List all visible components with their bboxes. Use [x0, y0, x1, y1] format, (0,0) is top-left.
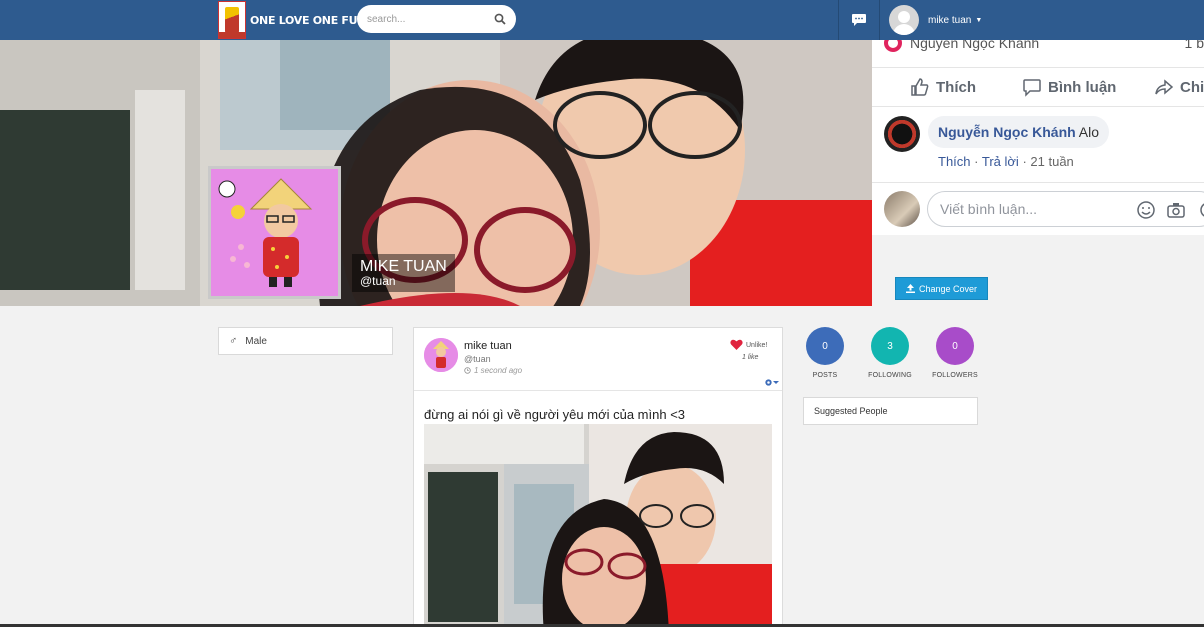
post-photo-image	[424, 424, 772, 627]
stat-posts-value: 0	[806, 327, 844, 365]
user-name: mike tuan	[928, 14, 972, 26]
heart-icon	[730, 339, 743, 350]
comment-text: Alo	[1078, 124, 1100, 140]
fb-comment-input[interactable]: Viết bình luận...	[927, 191, 1204, 227]
post-image[interactable]	[424, 424, 772, 627]
unlike-button[interactable]: Unlike!	[730, 339, 767, 351]
search-box	[357, 5, 516, 33]
caret-down-icon	[773, 381, 779, 384]
fb-like-button[interactable]: Thích	[910, 77, 976, 97]
post-time-text: 1 second ago	[474, 366, 523, 375]
camera-icon[interactable]	[1166, 200, 1186, 220]
messages-button[interactable]	[839, 0, 879, 40]
stat-posts[interactable]: 0 POSTS	[795, 327, 855, 379]
fb-comment: Nguyễn Ngọc Khánh Alo	[884, 116, 1110, 152]
clock-icon	[464, 367, 471, 374]
share-icon	[1155, 79, 1174, 95]
suggested-people-panel: Suggested People	[803, 397, 978, 425]
gif-icon[interactable]	[1196, 200, 1204, 220]
top-navbar: ONE LOVE ONE FUTURE mike tuan ▼	[0, 0, 1204, 40]
gender-label: Male	[245, 335, 267, 347]
avatar[interactable]	[424, 338, 458, 372]
fb-comment-button[interactable]: Bình luận	[1022, 77, 1116, 97]
avatar	[889, 5, 919, 35]
search-input[interactable]	[367, 13, 487, 25]
like-count[interactable]: 1 like	[742, 354, 758, 361]
comment-like-link[interactable]: Thích	[938, 154, 971, 169]
chat-bubble-icon	[852, 14, 866, 26]
profile-cartoon-image	[211, 169, 338, 296]
fb-action-bar: Thích Bình luận Chi	[872, 67, 1204, 107]
fb-top-right: 1 b	[1184, 40, 1204, 51]
comment-icon	[1023, 79, 1041, 97]
stat-followers-label: FOLLOWERS	[932, 372, 978, 379]
cover-photo: MIKE TUAN @tuan	[0, 40, 872, 306]
nav-divider	[879, 0, 880, 40]
fb-like-label: Thích	[936, 78, 976, 96]
change-cover-button[interactable]: Change Cover	[895, 277, 988, 300]
post-text: đừng ai nói gì về người yêu mới của mình…	[424, 407, 686, 422]
avatar	[884, 191, 920, 227]
comment-reply-link[interactable]: Trả lời	[982, 154, 1019, 169]
comment-meta: Thích · Trả lời · 21 tuần	[938, 154, 1074, 169]
suggested-people-title: Suggested People	[814, 406, 888, 416]
post-options[interactable]	[764, 378, 779, 387]
reaction-icon	[884, 40, 902, 52]
stat-following-value: 3	[871, 327, 909, 365]
user-menu[interactable]: mike tuan ▼	[889, 0, 982, 40]
male-icon: ♂	[229, 335, 238, 347]
emoji-icon[interactable]	[1136, 200, 1156, 220]
profile-handle: @tuan	[360, 274, 396, 288]
thumbs-up-icon	[911, 78, 929, 96]
stat-following[interactable]: 3 FOLLOWING	[860, 327, 920, 379]
fb-top-row: Nguyễn Ngọc Khánh 1 b	[884, 40, 1204, 52]
divider	[414, 390, 782, 391]
upload-icon	[905, 284, 915, 293]
fb-comment-placeholder: Viết bình luận...	[940, 201, 1038, 217]
comment-time[interactable]: 21 tuần	[1030, 154, 1073, 169]
avatar[interactable]	[884, 116, 920, 152]
fb-share-button[interactable]: Chi	[1154, 77, 1204, 97]
search-icon[interactable]	[494, 13, 506, 25]
gender-info: ♂ Male	[218, 327, 393, 355]
post-handle: @tuan	[464, 354, 491, 364]
comment-author[interactable]: Nguyễn Ngọc Khánh	[938, 124, 1076, 140]
gear-icon	[765, 379, 772, 386]
logo-badge-icon	[218, 1, 246, 39]
stat-followers[interactable]: 0 FOLLOWERS	[925, 327, 985, 379]
fb-write-comment: Viết bình luận...	[872, 182, 1204, 235]
post-author[interactable]: mike tuan	[464, 340, 512, 352]
fb-share-label: Chi	[1180, 78, 1204, 96]
profile-picture[interactable]	[208, 166, 341, 299]
stat-following-label: FOLLOWING	[868, 372, 912, 379]
stat-followers-value: 0	[936, 327, 974, 365]
fb-top-name: Nguyễn Ngọc Khánh	[910, 40, 1040, 51]
stat-posts-label: POSTS	[812, 372, 838, 379]
fb-comment-label: Bình luận	[1048, 78, 1117, 96]
unlike-label: Unlike!	[746, 341, 768, 349]
post-card: mike tuan @tuan 1 second ago Unlike! 1 l…	[413, 327, 783, 627]
comment-bubble: Nguyễn Ngọc Khánh Alo	[928, 116, 1110, 148]
caret-down-icon: ▼	[975, 16, 983, 24]
change-cover-label: Change Cover	[918, 283, 978, 294]
profile-name-plate: MIKE TUAN @tuan	[352, 254, 455, 292]
post-time: 1 second ago	[464, 366, 522, 375]
facebook-comment-panel: Nguyễn Ngọc Khánh 1 b Thích Bình luận Ch…	[872, 40, 1204, 235]
